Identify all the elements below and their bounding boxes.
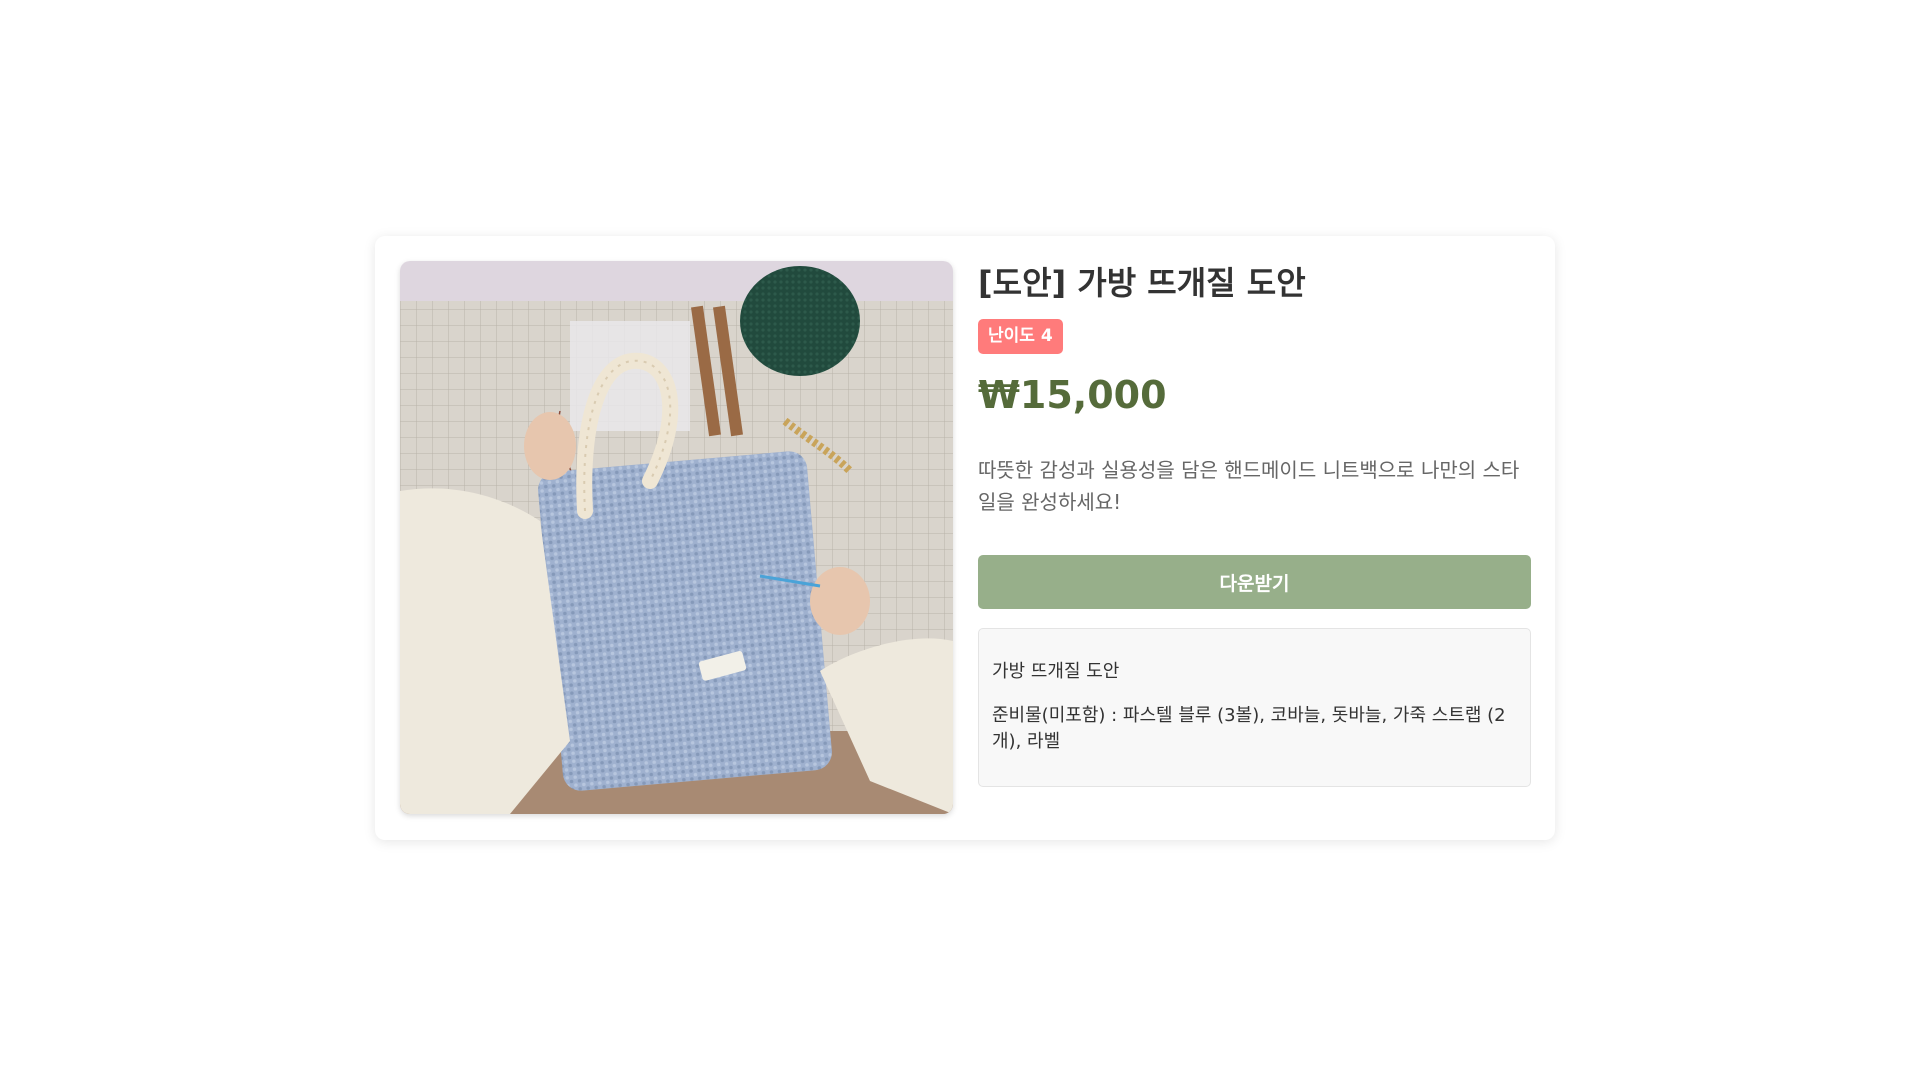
product-info: [도안] 가방 뜨개질 도안 난이도 4 ₩15,000 따뜻한 감성과 실용성… bbox=[978, 261, 1531, 787]
product-description: 따뜻한 감성과 실용성을 담은 핸드메이드 니트백으로 나만의 스타일을 완성하… bbox=[978, 458, 1520, 514]
product-price: ₩15,000 bbox=[978, 373, 1167, 417]
product-image bbox=[400, 261, 953, 814]
product-card: [도안] 가방 뜨개질 도안 난이도 4 ₩15,000 따뜻한 감성과 실용성… bbox=[375, 236, 1555, 840]
product-title: [도안] 가방 뜨개질 도안 bbox=[978, 264, 1306, 302]
difficulty-badge: 난이도 4 bbox=[978, 319, 1063, 354]
download-button[interactable]: 다운받기 bbox=[978, 555, 1531, 609]
product-details-box: 가방 뜨개질 도안 준비물(미포함) : 파스텔 블루 (3볼), 코바늘, 돗… bbox=[978, 628, 1531, 787]
details-materials: 준비물(미포함) : 파스텔 블루 (3볼), 코바늘, 돗바늘, 가죽 스트랩… bbox=[992, 705, 1506, 752]
details-name: 가방 뜨개질 도안 bbox=[992, 661, 1120, 682]
